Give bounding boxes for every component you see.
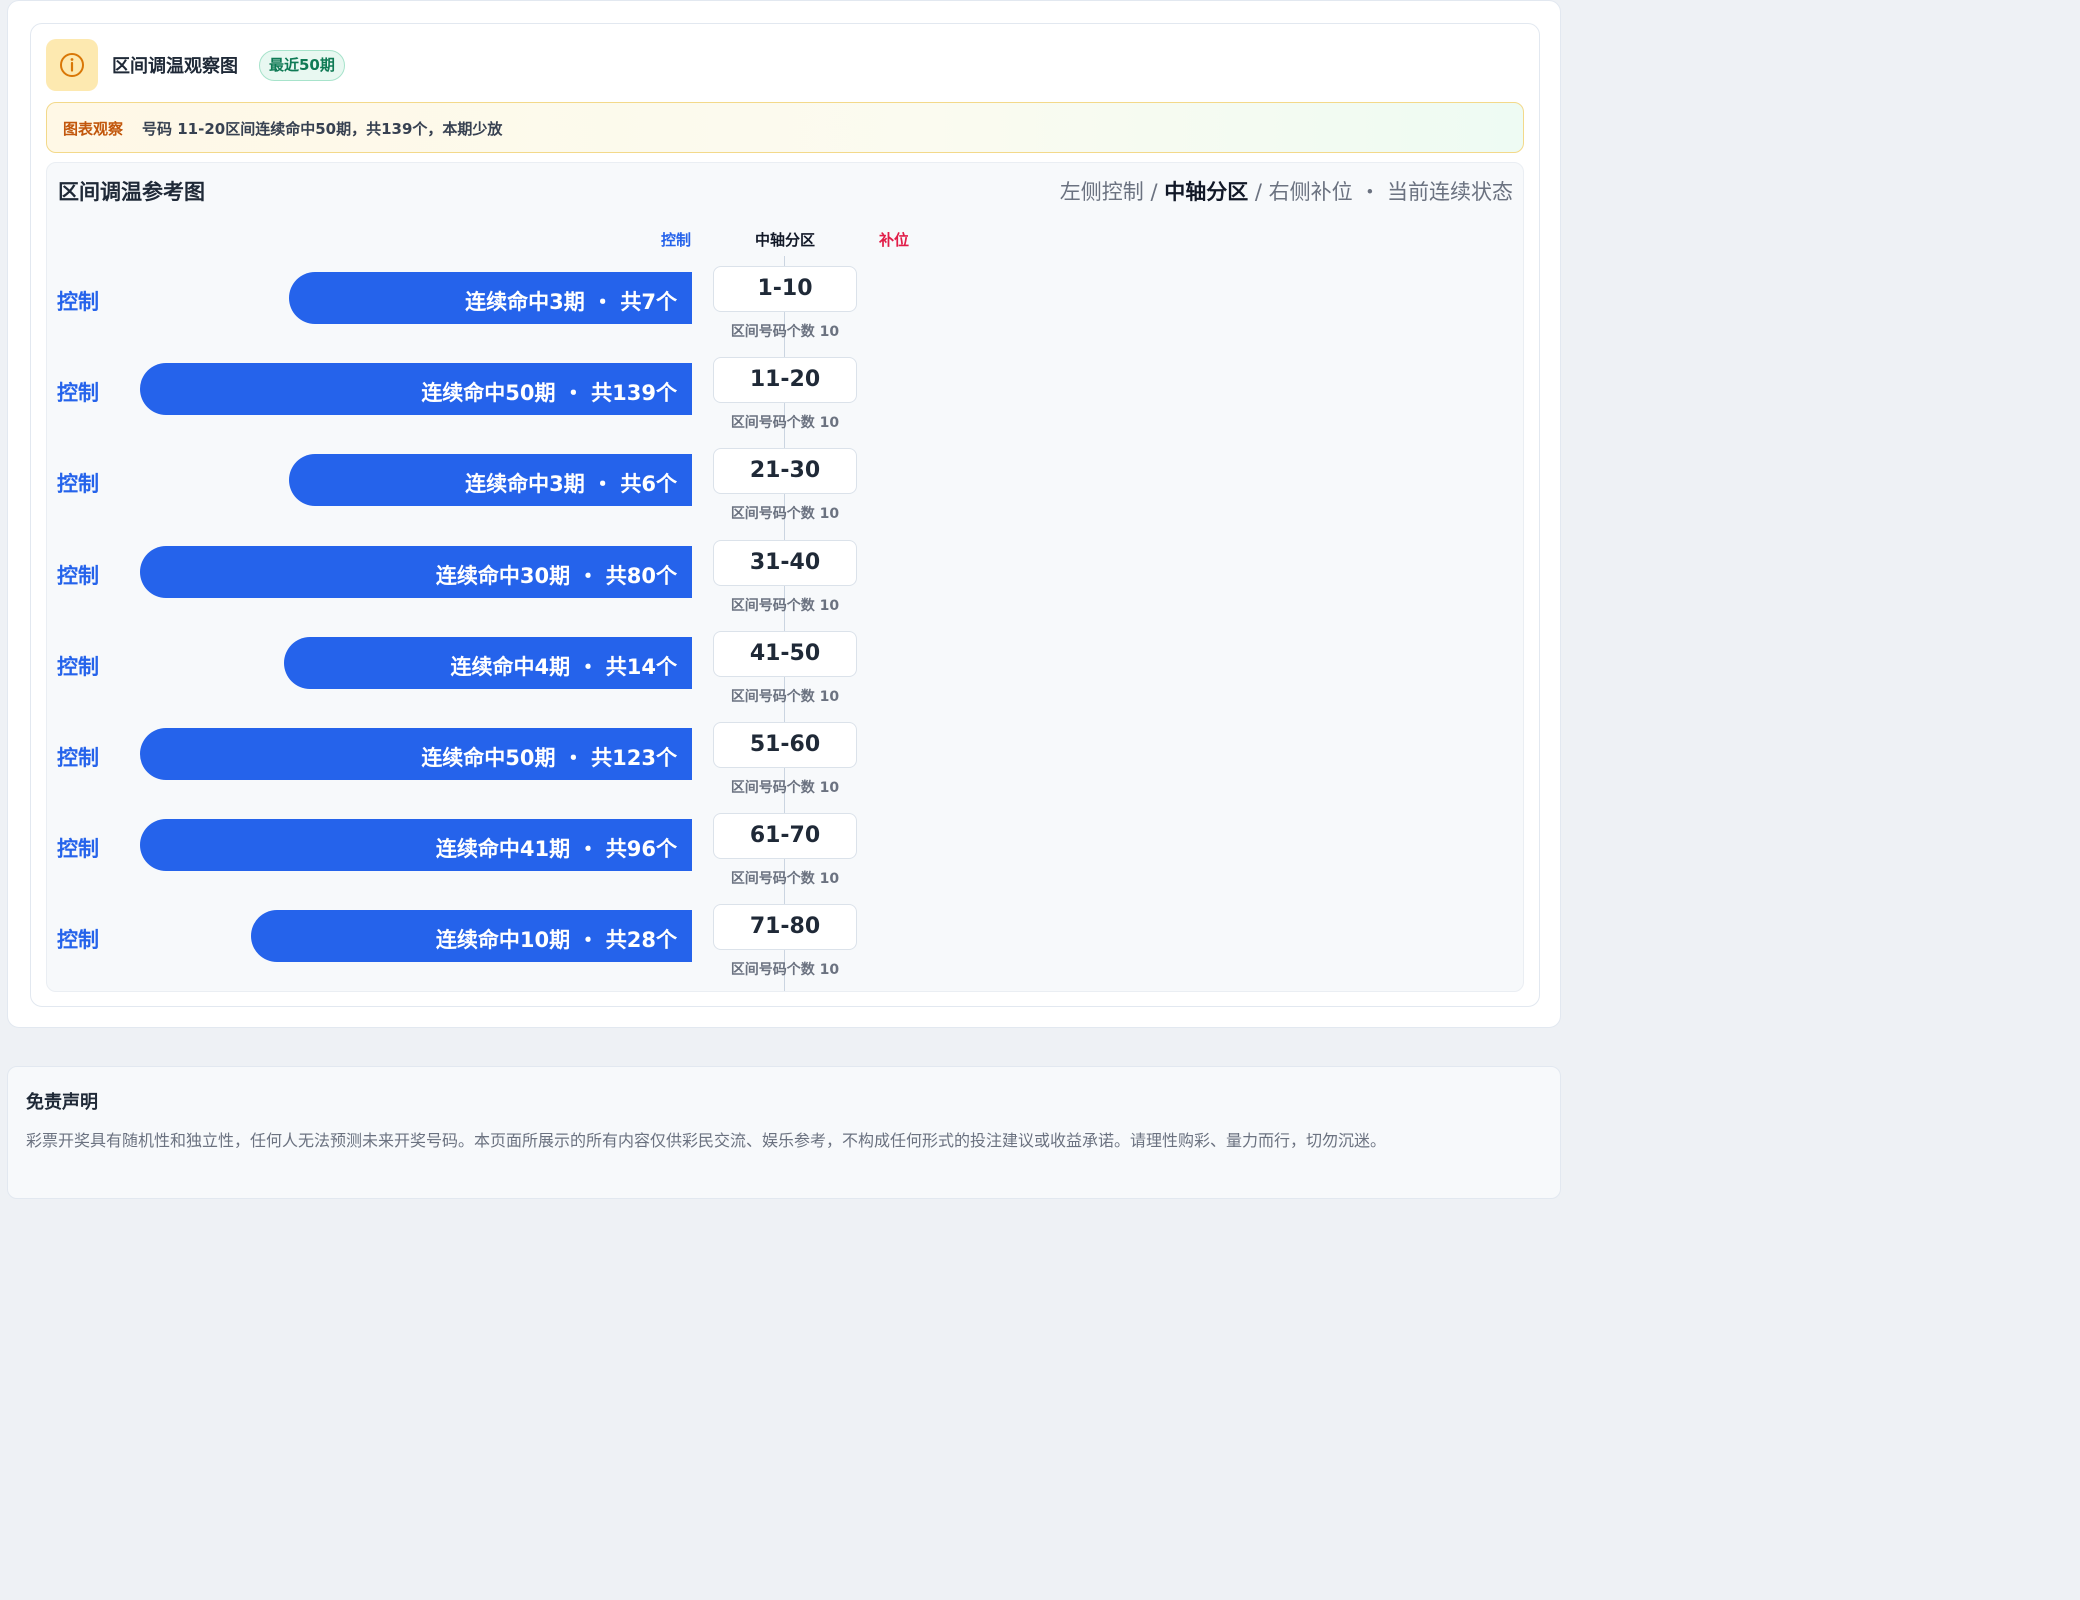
bar-1-10: 连续命中3期 ・ 共7个 xyxy=(289,272,692,324)
chart-row: 控制 连续命中3期 ・ 共6个 21-30 区间号码个数 10 xyxy=(47,448,1525,538)
legend-right: / 右侧补位 ・ 当前连续状态 xyxy=(1248,180,1513,204)
bar-21-30: 连续命中3期 ・ 共6个 xyxy=(289,454,692,507)
bar-label: 连续命中3期 ・ 共6个 xyxy=(465,472,677,497)
control-label: 控制 xyxy=(57,290,99,314)
bar-51-60: 连续命中50期 ・ 共123个 xyxy=(140,728,692,780)
info-icon xyxy=(46,39,98,91)
zone-count: 区间号码个数 10 xyxy=(730,962,840,979)
chart-row: 控制 连续命中41期 ・ 共96个 61-70 区间号码个数 10 xyxy=(47,813,1525,903)
zone-range: 51-60 xyxy=(713,722,857,768)
observation-banner: 图表观察 号码 11-20区间连续命中50期，共139个，本期少放 xyxy=(46,102,1524,153)
zone-range: 11-20 xyxy=(713,357,857,404)
control-label: 控制 xyxy=(57,746,99,770)
control-label: 控制 xyxy=(57,381,99,406)
observation-card: 区间调温观察图 最近50期 图表观察 号码 11-20区间连续命中50期，共13… xyxy=(7,0,1561,1028)
chart-legend: 左侧控制 / 中轴分区 / 右侧补位 ・ 当前连续状态 xyxy=(1060,176,1513,206)
bar-label: 连续命中4期 ・ 共14个 xyxy=(450,654,677,679)
zone-range: 21-30 xyxy=(713,448,857,495)
control-label: 控制 xyxy=(57,472,99,497)
chart-panel: 区间调温参考图 左侧控制 / 中轴分区 / 右侧补位 ・ 当前连续状态 控制 中… xyxy=(46,162,1524,992)
zone-count: 区间号码个数 10 xyxy=(730,871,840,888)
bar-41-50: 连续命中4期 ・ 共14个 xyxy=(283,636,692,689)
column-header-axis: 中轴分区 xyxy=(754,231,815,249)
bar-label: 连续命中50期 ・ 共123个 xyxy=(421,746,677,770)
disclaimer-title: 免责声明 xyxy=(26,1092,98,1113)
chart-row: 控制 连续命中4期 ・ 共14个 41-50 区间号码个数 10 xyxy=(47,630,1525,721)
column-header-control: 控制 xyxy=(660,231,691,249)
chart-title: 区间调温参考图 xyxy=(58,180,205,204)
bar-11-20: 连续命中50期 ・ 共139个 xyxy=(140,363,692,416)
zone-count: 区间号码个数 10 xyxy=(730,415,840,432)
control-label: 控制 xyxy=(57,563,99,588)
zone-range: 31-40 xyxy=(713,539,857,586)
chart-row: 控制 连续命中50期 ・ 共139个 11-20 区间号码个数 10 xyxy=(47,357,1525,447)
legend-left: 左侧控制 / xyxy=(1059,180,1165,204)
bar-71-80: 连续命中10期 ・ 共28个 xyxy=(250,910,692,963)
disclaimer-text: 彩票开奖具有随机性和独立性，任何人无法预测未来开奖号码。本页面所展示的所有内容仅… xyxy=(26,1131,1387,1150)
zone-count: 区间号码个数 10 xyxy=(730,597,840,614)
chart-row: 控制 连续命中30期 ・ 共80个 31-40 区间号码个数 10 xyxy=(47,539,1525,630)
bar-61-70: 连续命中41期 ・ 共96个 xyxy=(140,819,692,872)
zone-range: 71-80 xyxy=(713,904,857,951)
zone-count: 区间号码个数 10 xyxy=(730,688,840,705)
chart-row: 控制 连续命中3期 ・ 共7个 1-10 区间号码个数 10 xyxy=(47,266,1525,356)
column-header-fill: 补位 xyxy=(879,231,910,249)
period-badge: 最近50期 xyxy=(259,50,345,81)
zone-range: 1-10 xyxy=(713,266,857,312)
zone-count: 区间号码个数 10 xyxy=(730,506,840,523)
zone-range: 41-50 xyxy=(713,630,857,677)
bar-label: 连续命中3期 ・ 共7个 xyxy=(465,290,677,314)
bar-label: 连续命中10期 ・ 共28个 xyxy=(435,928,677,953)
bar-label: 连续命中30期 ・ 共80个 xyxy=(435,563,677,588)
bar-label: 连续命中50期 ・ 共139个 xyxy=(421,381,677,406)
bar-label: 连续命中41期 ・ 共96个 xyxy=(435,837,677,862)
control-label: 控制 xyxy=(57,928,99,953)
zone-range: 61-70 xyxy=(713,813,857,860)
control-label: 控制 xyxy=(57,837,99,862)
observation-tag: 图表观察 xyxy=(63,120,124,138)
legend-center: 中轴分区 xyxy=(1164,180,1249,204)
observation-text: 号码 11-20区间连续命中50期，共139个，本期少放 xyxy=(142,120,503,138)
chart-card: 区间调温观察图 最近50期 图表观察 号码 11-20区间连续命中50期，共13… xyxy=(30,23,1540,1007)
zone-count: 区间号码个数 10 xyxy=(730,780,840,796)
disclaimer-card: 免责声明 彩票开奖具有随机性和独立性，任何人无法预测未来开奖号码。本页面所展示的… xyxy=(7,1066,1561,1199)
chart-row: 控制 连续命中50期 ・ 共123个 51-60 区间号码个数 10 xyxy=(47,722,1525,812)
card-title: 区间调温观察图 xyxy=(112,56,238,77)
chart-row: 控制 连续命中10期 ・ 共28个 71-80 区间号码个数 10 xyxy=(47,904,1525,994)
zone-count: 区间号码个数 10 xyxy=(730,324,840,340)
control-label: 控制 xyxy=(57,654,99,679)
bar-31-40: 连续命中30期 ・ 共80个 xyxy=(140,545,692,598)
